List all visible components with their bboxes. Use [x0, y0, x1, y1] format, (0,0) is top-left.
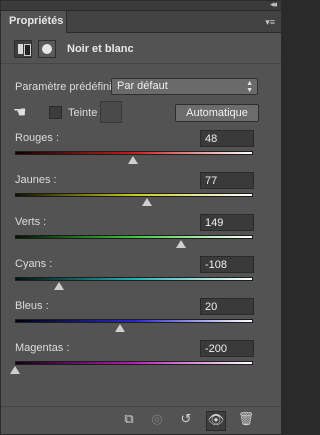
panel-titlebar[interactable]: ◂◂ [1, 0, 281, 11]
slider-label: Cyans : [15, 258, 53, 270]
panel-menu-icon[interactable]: ▾≡ [265, 17, 275, 28]
tint-color-swatch[interactable] [100, 101, 122, 123]
preset-select[interactable]: Par défaut ▲ ▼ [111, 78, 258, 95]
slider-thumb[interactable] [141, 198, 152, 206]
slider-thumb[interactable] [176, 240, 187, 248]
slider-track[interactable] [15, 151, 253, 155]
slider-thumb[interactable] [128, 156, 139, 164]
slider-thumb[interactable] [53, 282, 64, 290]
slider-label: Verts : [15, 216, 47, 228]
chevron-updown-icon: ▲ ▼ [246, 80, 253, 94]
slider-value-input[interactable]: -108 [200, 256, 254, 273]
slider-track[interactable] [15, 193, 253, 197]
targeted-adjustment-hand-icon[interactable]: ☚ [13, 103, 33, 123]
slider-track[interactable] [15, 319, 253, 323]
slider-value-input[interactable]: 77 [200, 172, 254, 189]
slider-value-input[interactable]: 48 [200, 130, 254, 147]
reset-icon[interactable]: ↺ [176, 411, 196, 431]
slider-value-input[interactable]: -200 [200, 340, 254, 357]
adjustment-header: Noir et blanc [1, 34, 281, 64]
view-previous-state-icon[interactable]: ◎ [147, 411, 167, 431]
adjustment-title: Noir et blanc [67, 43, 134, 55]
slider-label: Jaunes : [15, 174, 57, 186]
panel-footer: ⧉ ◎ ↺ 👁 🗑 [1, 406, 281, 434]
slider-value-input[interactable]: 149 [200, 214, 254, 231]
slider-thumb[interactable] [114, 324, 125, 332]
collapse-icon[interactable]: ◂◂ [270, 0, 277, 10]
tab-bar: Propriétés ▾≡ [1, 11, 281, 33]
auto-button[interactable]: Automatique [175, 104, 259, 122]
tint-checkbox[interactable] [49, 106, 62, 119]
eye-icon[interactable]: 👁 [206, 411, 226, 431]
properties-panel: ◂◂ Propriétés ▾≡ Noir et blanc Paramètre… [0, 0, 282, 435]
slider-label: Bleus : [15, 300, 49, 312]
adjustment-layer-icon[interactable] [14, 40, 32, 58]
tint-label: Teinte [68, 107, 98, 119]
slider-value-input[interactable]: 20 [200, 298, 254, 315]
trash-icon[interactable]: 🗑 [236, 411, 256, 431]
preset-value: Par défaut [117, 80, 168, 92]
tab-properties[interactable]: Propriétés [1, 11, 67, 33]
slider-track[interactable] [15, 361, 253, 365]
slider-track[interactable] [15, 235, 253, 239]
slider-track[interactable] [15, 277, 253, 281]
mask-icon[interactable] [38, 40, 56, 58]
clip-to-layer-icon[interactable]: ⧉ [119, 411, 139, 431]
slider-label: Magentas : [15, 342, 70, 354]
preset-label: Paramètre prédéfini : [15, 81, 118, 93]
slider-thumb[interactable] [10, 366, 20, 374]
slider-label: Rouges : [15, 132, 60, 144]
